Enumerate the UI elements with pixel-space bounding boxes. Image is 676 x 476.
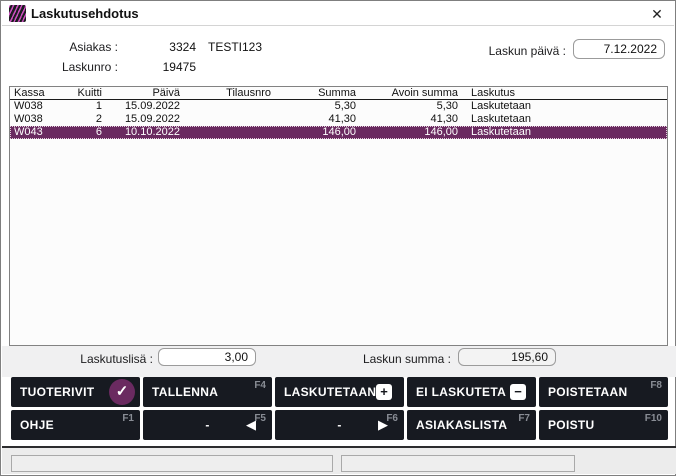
asiakaslista-button[interactable]: ASIAKASLISTA F7 bbox=[407, 410, 536, 440]
laskun-paiva-input[interactable] bbox=[573, 39, 665, 59]
laskutuslisa-label: Laskutuslisä : bbox=[53, 352, 153, 366]
button-label: OHJE bbox=[20, 410, 54, 440]
ohje-button[interactable]: OHJE F1 bbox=[11, 410, 140, 440]
button-label: ASIAKASLISTA bbox=[416, 410, 507, 440]
close-icon[interactable]: ✕ bbox=[647, 4, 667, 24]
table-row[interactable]: W038115.09.20225,305,30Laskutetaan bbox=[10, 100, 667, 113]
button-label: POISTETAAN bbox=[548, 377, 627, 407]
column-header-laskutus: Laskutus bbox=[471, 87, 621, 100]
fkey-label: F6 bbox=[386, 413, 398, 424]
table-cell: 5,30 bbox=[366, 100, 458, 113]
table-cell: 10.10.2022 bbox=[106, 126, 180, 139]
receipt-table: KassaKuittiPäiväTilausnroSummaAvoin summ… bbox=[9, 86, 668, 346]
laskunro-label: Laskunro : bbox=[18, 60, 118, 74]
asiakas-name: TESTI123 bbox=[208, 40, 262, 54]
table-cell: 5,30 bbox=[294, 100, 356, 113]
status-panel-right bbox=[341, 455, 575, 472]
button-label: LASKUTETAAN bbox=[284, 377, 376, 407]
table-cell: 2 bbox=[40, 113, 102, 126]
laskun-summa-input bbox=[458, 348, 556, 366]
table-row[interactable]: W038215.09.202241,3041,30Laskutetaan bbox=[10, 113, 667, 126]
table-cell bbox=[200, 100, 271, 113]
column-header-avoin-summa: Avoin summa bbox=[366, 87, 458, 100]
button-label: EI LASKUTETA bbox=[416, 377, 506, 407]
column-header-tilausnro: Tilausnro bbox=[200, 87, 271, 100]
asiakas-label: Asiakas : bbox=[18, 40, 118, 54]
table-cell: Laskutetaan bbox=[471, 100, 621, 113]
table-cell: 6 bbox=[40, 126, 102, 139]
next-button[interactable]: -▶F6 bbox=[275, 410, 404, 440]
fkey-label: F1 bbox=[122, 413, 134, 424]
poistetaan-button[interactable]: POISTETAAN F8 bbox=[539, 377, 668, 407]
toolbar-row-1: TUOTERIVIT✓TALLENNAF4LASKUTETAAN+EI LASK… bbox=[11, 377, 668, 407]
table-body: W038115.09.20225,305,30LaskutetaanW03821… bbox=[10, 100, 667, 139]
status-panel-left bbox=[11, 455, 333, 472]
table-header-row: KassaKuittiPäiväTilausnroSummaAvoin summ… bbox=[10, 87, 667, 100]
table-cell bbox=[200, 126, 271, 139]
minus-icon: − bbox=[510, 384, 526, 400]
window-title: Laskutusehdotus bbox=[31, 6, 139, 21]
table-cell: 41,30 bbox=[366, 113, 458, 126]
fkey-label: F5 bbox=[254, 413, 266, 424]
fkey-label: F10 bbox=[645, 413, 662, 424]
fkey-label: F4 bbox=[254, 380, 266, 391]
fkey-label: F7 bbox=[518, 413, 530, 424]
check-circle-icon: ✓ bbox=[109, 379, 135, 405]
table-cell: 146,00 bbox=[366, 126, 458, 139]
laskunro-value: 19475 bbox=[124, 60, 196, 74]
laskutusehdotus-window: Laskutusehdotus ✕ Asiakas : 3324 TESTI12… bbox=[0, 0, 676, 476]
table-cell: 15.09.2022 bbox=[106, 113, 180, 126]
status-bar bbox=[2, 446, 676, 474]
column-header-p-iv-: Päivä bbox=[106, 87, 180, 100]
column-header-summa: Summa bbox=[294, 87, 356, 100]
tuoterivit-button[interactable]: TUOTERIVIT ✓ bbox=[11, 377, 140, 407]
column-header-kuitti: Kuitti bbox=[40, 87, 102, 100]
button-label: TUOTERIVIT bbox=[20, 377, 94, 407]
table-cell: 41,30 bbox=[294, 113, 356, 126]
laskutuslisa-input[interactable] bbox=[158, 348, 256, 366]
app-icon bbox=[9, 5, 26, 22]
table-cell bbox=[200, 113, 271, 126]
tallenna-button[interactable]: TALLENNA F4 bbox=[143, 377, 272, 407]
poistu-button[interactable]: POISTU F10 bbox=[539, 410, 668, 440]
button-label: TALLENNA bbox=[152, 377, 218, 407]
prev-button[interactable]: -◀F5 bbox=[143, 410, 272, 440]
table-cell: 146,00 bbox=[294, 126, 356, 139]
toolbar-row-2: OHJE F1 -◀F5-▶F6 ASIAKASLISTA F7 POISTU F10 bbox=[11, 410, 668, 440]
laskun-paiva-label: Laskun päivä : bbox=[446, 44, 566, 58]
plus-icon: + bbox=[376, 384, 392, 400]
fkey-label: F8 bbox=[650, 380, 662, 391]
laskutetaan-button[interactable]: LASKUTETAAN+ bbox=[275, 377, 404, 407]
title-bar: Laskutusehdotus ✕ bbox=[2, 2, 674, 26]
button-label: POISTU bbox=[548, 410, 594, 440]
table-cell: 1 bbox=[40, 100, 102, 113]
table-cell: Laskutetaan bbox=[471, 126, 621, 139]
table-cell: Laskutetaan bbox=[471, 113, 621, 126]
ei-laskuteta-button[interactable]: EI LASKUTETA− bbox=[407, 377, 536, 407]
table-cell: 15.09.2022 bbox=[106, 100, 180, 113]
table-row[interactable]: W043610.10.2022146,00146,00Laskutetaan bbox=[10, 126, 667, 139]
asiakas-number: 3324 bbox=[124, 40, 196, 54]
laskun-summa-label: Laskun summa : bbox=[341, 352, 451, 366]
